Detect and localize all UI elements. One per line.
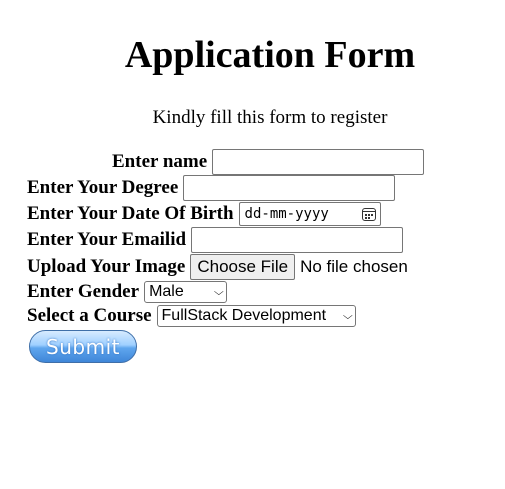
gender-value: Male xyxy=(149,283,184,300)
image-label: Upload Your Image xyxy=(27,256,186,277)
gender-select[interactable]: Male ⌵ xyxy=(144,281,228,303)
name-row: Enter name xyxy=(112,149,425,175)
course-row: Select a Course FullStack Development ⌵ xyxy=(27,305,356,327)
page-subtitle: Kindly fill this form to register xyxy=(152,107,388,128)
name-input[interactable] xyxy=(212,149,425,175)
name-label: Enter name xyxy=(112,151,208,172)
dob-placeholder: dd-mm-yyyy xyxy=(244,206,329,222)
gender-label: Enter Gender xyxy=(27,281,140,302)
choose-file-button[interactable]: Choose File xyxy=(190,254,296,280)
chevron-down-icon: ⌵ xyxy=(342,310,353,322)
dob-label: Enter Your Date Of Birth xyxy=(27,203,234,224)
gender-row: Enter Gender Male ⌵ xyxy=(27,281,228,303)
chevron-down-icon: ⌵ xyxy=(214,286,225,298)
image-row: Upload Your Image Choose File No file ch… xyxy=(27,254,408,280)
email-input[interactable] xyxy=(191,227,404,253)
file-status: No file chosen xyxy=(300,257,408,276)
calendar-icon[interactable] xyxy=(361,207,376,221)
email-label: Enter Your Emailid xyxy=(27,229,187,250)
course-label: Select a Course xyxy=(27,305,152,326)
dob-date-input[interactable]: dd-mm-yyyy xyxy=(238,202,381,226)
degree-label: Enter Your Degree xyxy=(27,177,179,198)
course-select[interactable]: FullStack Development ⌵ xyxy=(156,305,356,327)
submit-button[interactable]: Submit xyxy=(29,330,137,363)
email-row: Enter Your Emailid xyxy=(27,227,404,253)
course-value: FullStack Development xyxy=(161,307,327,324)
degree-row: Enter Your Degree xyxy=(27,175,396,201)
dob-row: Enter Your Date Of Birth dd-mm-yyyy xyxy=(27,202,381,226)
page-title: Application Form xyxy=(124,34,416,76)
degree-input[interactable] xyxy=(183,175,396,201)
